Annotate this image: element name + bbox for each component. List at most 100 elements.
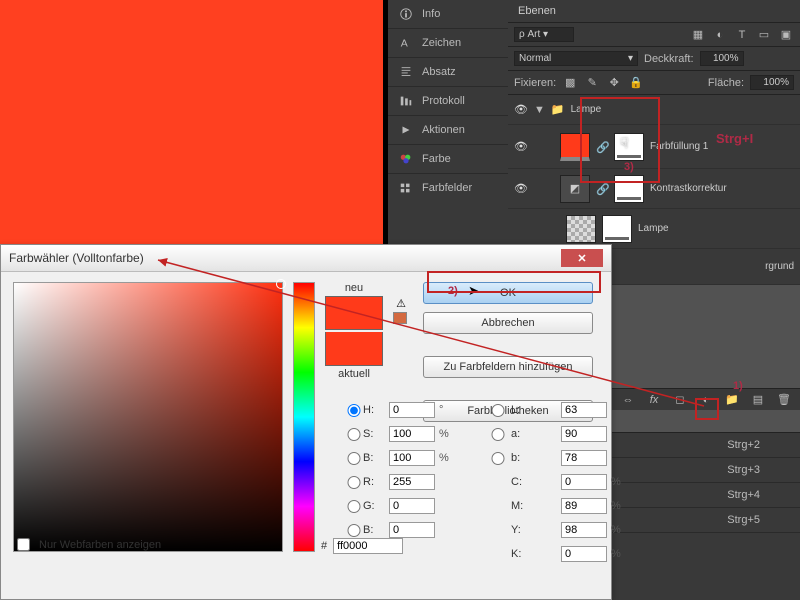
radio-g[interactable] — [345, 500, 363, 513]
input-g[interactable] — [389, 498, 435, 514]
visibility-toggle[interactable]: 👁 — [514, 182, 528, 196]
input-r[interactable] — [389, 474, 435, 490]
dialog-titlebar[interactable]: Farbwähler (Volltonfarbe) ✕ — [1, 245, 611, 272]
fx-button[interactable]: fx — [646, 393, 662, 407]
web-colors-checkbox-input[interactable] — [17, 538, 30, 551]
layer-row-lampe[interactable]: Lampe — [508, 209, 800, 249]
input-y[interactable] — [561, 522, 607, 538]
lock-all-icon[interactable]: 🔒 — [628, 76, 644, 90]
link-layers-button[interactable]: ⇔ — [620, 393, 636, 407]
current-color-swatch[interactable] — [325, 332, 383, 366]
opacity-input[interactable]: 100% — [700, 51, 744, 66]
visibility-toggle[interactable]: 👁 — [514, 140, 528, 154]
blend-mode-select[interactable]: Normal▾ — [514, 51, 638, 66]
layer-name[interactable]: Kontrastkorrektur — [650, 183, 727, 194]
link-icon: 🔗 — [596, 183, 608, 195]
hex-input[interactable] — [333, 538, 403, 554]
cancel-button[interactable]: Abbrechen — [423, 312, 593, 334]
panel-tab-protokoll[interactable]: Protokoll — [388, 86, 508, 115]
lock-pixels-icon[interactable]: ✎ — [584, 76, 600, 90]
panel-tab-farbe[interactable]: Farbe — [388, 144, 508, 173]
layer-thumbnail-fill[interactable] — [560, 133, 590, 161]
input-s[interactable] — [389, 426, 435, 442]
folder-icon: 📁 — [551, 103, 565, 116]
input-bl[interactable] — [389, 522, 435, 538]
input-a[interactable] — [561, 426, 607, 442]
gamut-swatch[interactable] — [393, 312, 407, 324]
layer-row-adjustment[interactable]: 👁 ◩ 🔗 Kontrastkorrektur — [508, 169, 800, 209]
delete-layer-button[interactable]: 🗑 — [776, 393, 792, 407]
radio-l[interactable] — [485, 404, 511, 417]
label-s: S: — [363, 428, 389, 440]
label-b: b: — [511, 452, 561, 464]
panel-tab-aktionen[interactable]: Aktionen — [388, 115, 508, 144]
filter-shape-icon[interactable]: ▭ — [756, 28, 772, 42]
radio-bv[interactable] — [345, 452, 363, 465]
web-colors-only-checkbox[interactable]: Nur Webfarben anzeigen — [13, 535, 161, 554]
layer-row-group[interactable]: 👁 ▼ 📁 Lampe — [508, 95, 800, 125]
ok-button[interactable]: 2) ➤ OK — [423, 282, 593, 304]
info-icon — [398, 7, 414, 21]
input-k[interactable] — [561, 546, 607, 562]
history-icon — [398, 94, 414, 108]
cursor-arrow-icon: ➤ — [468, 283, 479, 299]
hue-slider[interactable] — [293, 282, 315, 552]
document-canvas[interactable] — [0, 0, 384, 244]
panel-tab-absatz[interactable]: Absatz — [388, 57, 508, 86]
input-bv[interactable] — [389, 450, 435, 466]
lock-transparent-icon[interactable]: ▩ — [562, 76, 578, 90]
label-l: L: — [511, 404, 561, 416]
layer-mask-thumbnail[interactable] — [614, 133, 644, 161]
radio-b[interactable] — [485, 452, 511, 465]
filter-smart-icon[interactable]: ▣ — [778, 28, 794, 42]
new-group-button[interactable]: 📁 — [724, 393, 740, 407]
adjustment-layer-button[interactable]: ◐ — [698, 393, 714, 407]
new-layer-button[interactable]: ▤ — [750, 393, 766, 407]
dialog-title-text: Farbwähler (Volltonfarbe) — [9, 251, 144, 265]
layer-name[interactable]: Farbfüllung 1 — [650, 141, 708, 152]
visibility-toggle[interactable]: 👁 — [514, 103, 528, 117]
saturation-brightness-field[interactable] — [13, 282, 283, 552]
input-h[interactable] — [389, 402, 435, 418]
layer-name[interactable]: Lampe — [571, 104, 602, 115]
blend-options-row: Normal▾ Deckkraft: 100% — [508, 47, 800, 71]
filter-pixel-icon[interactable]: ▦ — [690, 28, 706, 42]
disclosure-triangle[interactable]: ▼ — [534, 104, 545, 116]
add-mask-button[interactable]: ◻ — [672, 393, 688, 407]
layer-name[interactable]: rgrund — [765, 261, 794, 272]
lock-position-icon[interactable]: ✥ — [606, 76, 622, 90]
radio-a[interactable] — [485, 428, 511, 441]
panel-tab-farbfelder[interactable]: Farbfelder — [388, 173, 508, 202]
hex-label: # — [321, 540, 327, 552]
filter-type-icon[interactable]: T — [734, 28, 750, 42]
lock-label: Fixieren: — [514, 77, 556, 89]
panel-tab-info[interactable]: Info — [388, 0, 508, 28]
radio-s[interactable] — [345, 428, 363, 441]
layer-mask-thumbnail[interactable] — [614, 175, 644, 203]
panel-tab-label: Farbe — [422, 153, 451, 165]
filter-adjustment-icon[interactable]: ◐ — [712, 28, 728, 42]
new-color-swatch — [325, 296, 383, 330]
filter-kind-select[interactable]: ρ Art ▾ — [514, 27, 574, 42]
input-m[interactable] — [561, 498, 607, 514]
fill-input[interactable]: 100% — [750, 75, 794, 90]
layers-panel-title: Ebenen — [508, 0, 800, 23]
radio-h[interactable] — [345, 404, 363, 417]
radio-bl[interactable] — [345, 524, 363, 537]
radio-r[interactable] — [345, 476, 363, 489]
fill-label: Fläche: — [708, 77, 744, 89]
gamut-warning-icon[interactable]: ⚠ — [393, 296, 409, 310]
layer-row-fill[interactable]: 👁 🔗 Farbfüllung 1 — [508, 125, 800, 169]
panel-tab-label: Zeichen — [422, 37, 461, 49]
input-b[interactable] — [561, 450, 607, 466]
input-c[interactable] — [561, 474, 607, 490]
layer-thumbnail-adjustment[interactable]: ◩ — [560, 175, 590, 203]
close-button[interactable]: ✕ — [561, 249, 603, 267]
layer-name[interactable]: Lampe — [638, 223, 669, 234]
label-bv: B: — [363, 452, 389, 464]
panel-tab-zeichen[interactable]: AZeichen — [388, 28, 508, 57]
input-l[interactable] — [561, 402, 607, 418]
layer-mask-thumbnail[interactable] — [602, 215, 632, 243]
add-to-swatches-button[interactable]: Zu Farbfeldern hinzufügen — [423, 356, 593, 378]
layer-thumbnail[interactable] — [566, 215, 596, 243]
